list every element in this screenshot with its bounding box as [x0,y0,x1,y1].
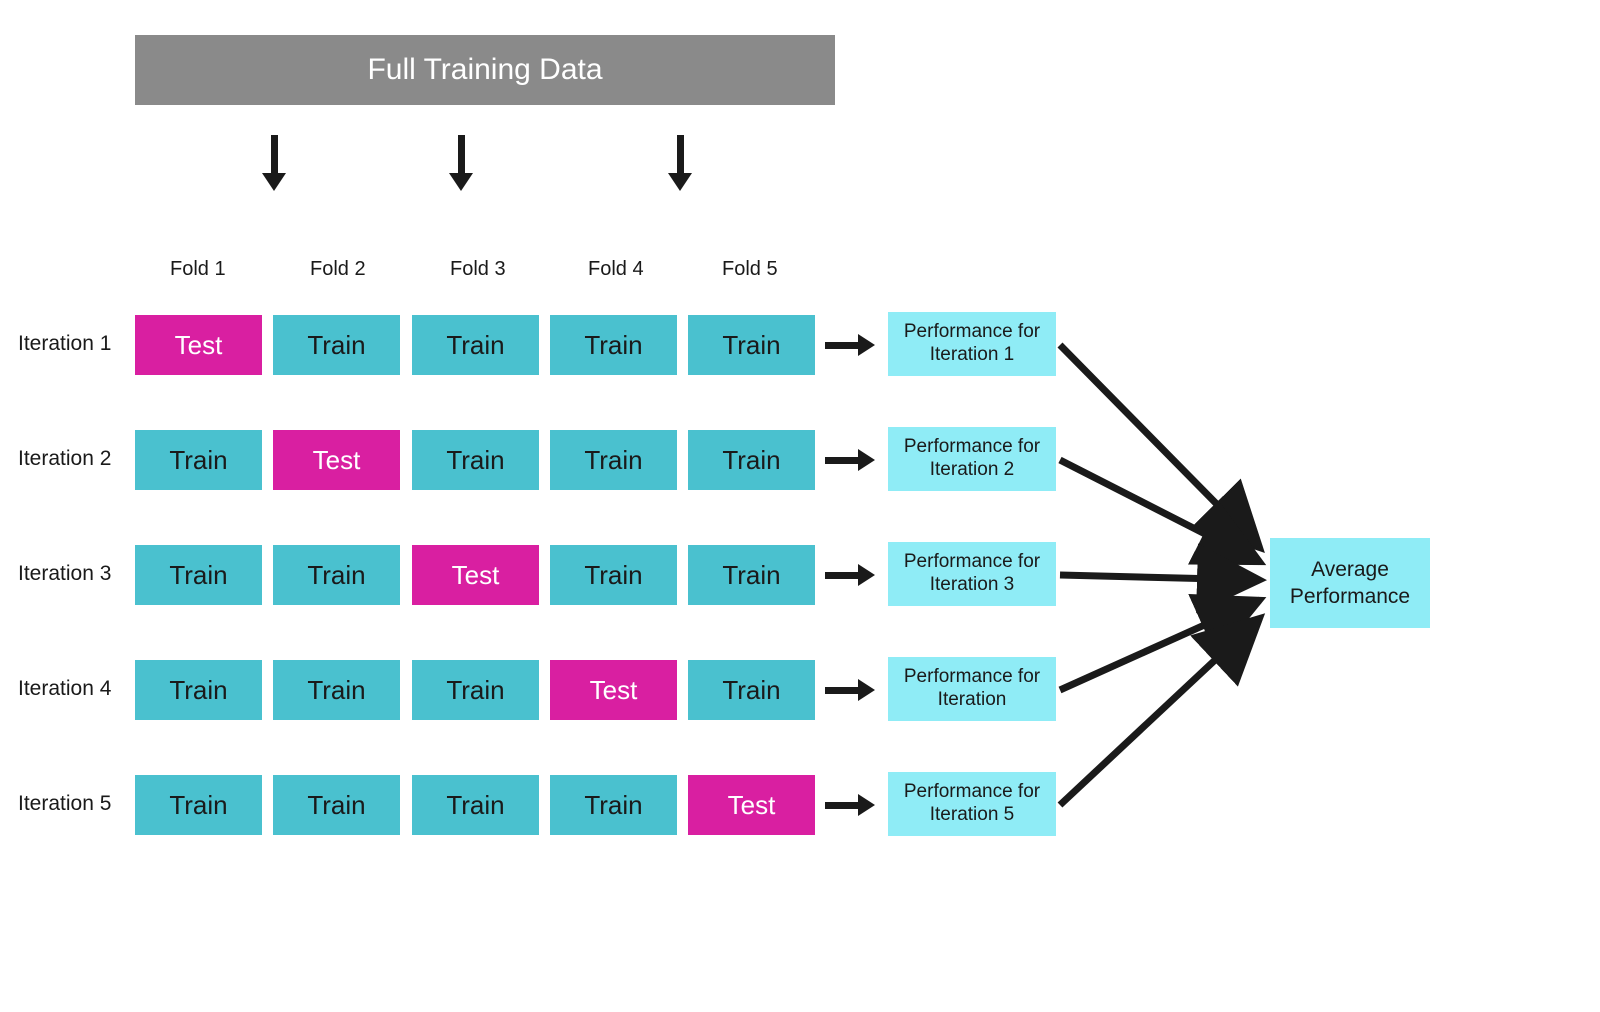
fold-header-5: Fold 5 [722,258,778,281]
performance-box-2: Performance for Iteration 2 [888,427,1056,491]
iteration-label-5: Iteration 5 [18,792,111,816]
down-arrow-icon [449,135,473,195]
cell-r4-c2: Train [273,660,400,720]
cell-r1-c1: Test [135,315,262,375]
cell-r1-c4: Train [550,315,677,375]
right-arrow-icon [825,448,875,472]
performance-box-5: Performance for Iteration 5 [888,772,1056,836]
aggregation-arrows [0,0,1600,1012]
cell-r5-c2: Train [273,775,400,835]
performance-box-1: Performance for Iteration 1 [888,312,1056,376]
cell-r3-c5: Train [688,545,815,605]
full-training-data-label: Full Training Data [367,53,602,87]
cell-r3-c4: Train [550,545,677,605]
cell-r1-c2: Train [273,315,400,375]
iteration-label-3: Iteration 3 [18,562,111,586]
cell-r2-c4: Train [550,430,677,490]
down-arrow-icon [668,135,692,195]
cell-r2-c2: Test [273,430,400,490]
cell-r5-c4: Train [550,775,677,835]
fold-header-1: Fold 1 [170,258,226,281]
cell-r1-c3: Train [412,315,539,375]
cell-r3-c3: Test [412,545,539,605]
cell-r4-c3: Train [412,660,539,720]
iteration-label-2: Iteration 2 [18,447,111,471]
right-arrow-icon [825,678,875,702]
full-training-data-bar: Full Training Data [135,35,835,105]
cell-r5-c3: Train [412,775,539,835]
fold-header-2: Fold 2 [310,258,366,281]
average-performance-box: Average Performance [1270,538,1430,628]
cell-r5-c5: Test [688,775,815,835]
cell-r4-c5: Train [688,660,815,720]
fold-header-3: Fold 3 [450,258,506,281]
cell-r4-c1: Train [135,660,262,720]
right-arrow-icon [825,563,875,587]
fold-header-4: Fold 4 [588,258,644,281]
cell-r2-c5: Train [688,430,815,490]
cell-r4-c4: Test [550,660,677,720]
cell-r3-c2: Train [273,545,400,605]
iteration-label-4: Iteration 4 [18,677,111,701]
right-arrow-icon [825,333,875,357]
iteration-label-1: Iteration 1 [18,332,111,356]
cell-r5-c1: Train [135,775,262,835]
cell-r2-c3: Train [412,430,539,490]
cell-r3-c1: Train [135,545,262,605]
performance-box-4: Performance for Iteration [888,657,1056,721]
cell-r2-c1: Train [135,430,262,490]
right-arrow-icon [825,793,875,817]
down-arrow-icon [262,135,286,195]
performance-box-3: Performance for Iteration 3 [888,542,1056,606]
cell-r1-c5: Train [688,315,815,375]
